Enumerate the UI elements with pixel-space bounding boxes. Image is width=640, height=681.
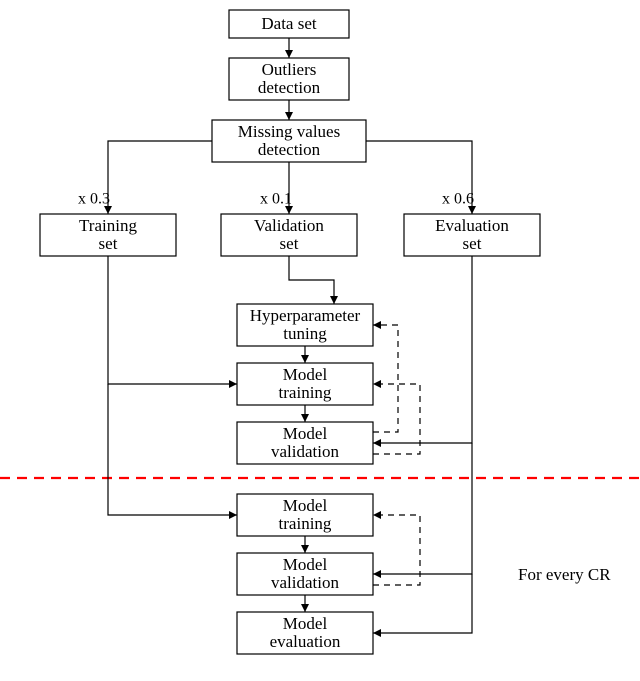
ratio-valid: x 0.1 xyxy=(260,191,292,208)
node-model-training-2: Model training xyxy=(237,494,373,536)
label-mvalid1-b: validation xyxy=(271,442,339,461)
node-missing: Missing values detection xyxy=(212,120,366,162)
label-hyper-1: Hyperparameter xyxy=(250,306,361,325)
label-mtrain1-a: Model xyxy=(283,365,328,384)
ratio-eval: x 0.6 xyxy=(442,191,474,208)
label-outliers-2: detection xyxy=(258,78,321,97)
node-training-set: Training set xyxy=(40,214,176,256)
label-missing-1: Missing values xyxy=(238,122,340,141)
label-train-2: set xyxy=(99,234,118,253)
node-outliers: Outliers detection xyxy=(229,58,349,100)
label-mtrain2-a: Model xyxy=(283,496,328,515)
label-mvalid1-a: Model xyxy=(283,424,328,443)
node-evaluation-set: Evaluation set xyxy=(404,214,540,256)
label-mvalid2-b: validation xyxy=(271,573,339,592)
label-mtrain1-b: training xyxy=(279,383,332,402)
label-hyper-2: tuning xyxy=(283,324,327,343)
label-meval-1: Model xyxy=(283,614,328,633)
label-meval-2: evaluation xyxy=(270,632,341,651)
node-model-evaluation: Model evaluation xyxy=(237,612,373,654)
ratio-train: x 0.3 xyxy=(78,191,110,208)
node-validation-set: Validation set xyxy=(221,214,357,256)
node-model-validation-2: Model validation xyxy=(237,553,373,595)
label-mvalid2-a: Model xyxy=(283,555,328,574)
node-dataset: Data set xyxy=(229,10,349,38)
flowchart-diagram: Data set Outliers detection Missing valu… xyxy=(0,0,640,681)
node-hyperparameter-tuning: Hyperparameter tuning xyxy=(237,304,373,346)
node-model-training-1: Model training xyxy=(237,363,373,405)
node-model-validation-1: Model validation xyxy=(237,422,373,464)
label-eval-1: Evaluation xyxy=(435,216,509,235)
label-dataset: Data set xyxy=(261,14,317,33)
label-outliers-1: Outliers xyxy=(262,60,317,79)
label-missing-2: detection xyxy=(258,140,321,159)
label-eval-2: set xyxy=(463,234,482,253)
label-mtrain2-b: training xyxy=(279,514,332,533)
label-valid-2: set xyxy=(280,234,299,253)
note-for-every-cr: For every CR xyxy=(518,565,611,584)
label-train-1: Training xyxy=(79,216,137,235)
label-valid-1: Validation xyxy=(254,216,324,235)
